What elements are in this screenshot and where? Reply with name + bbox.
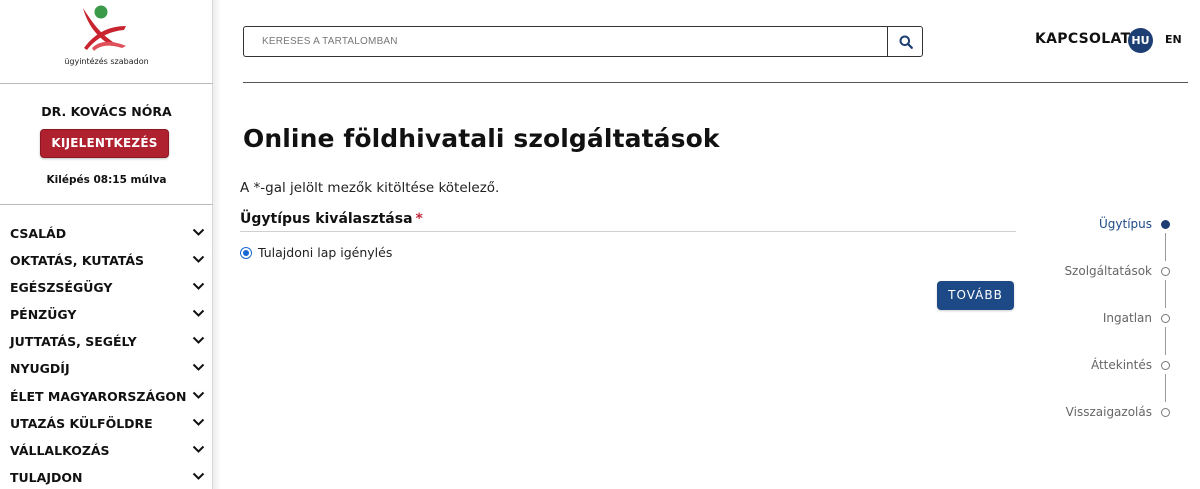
step-dot-active: [1161, 220, 1170, 229]
sidebar-item-penzugy[interactable]: PÉNZÜGY: [0, 303, 213, 330]
progress-stepper: Ügytípus Szolgáltatások Ingatlan Áttekin…: [1040, 210, 1190, 430]
step-dot: [1161, 408, 1170, 417]
search-button[interactable]: [887, 26, 923, 57]
sidebar-item-label: OKTATÁS, KUTATÁS: [10, 253, 145, 269]
user-block: DR. KOVÁCS NÓRA KIJELENTKEZÉS Kilépés 08…: [0, 85, 213, 205]
sidebar-item-elet[interactable]: ÉLET MAGYARORSZÁGON: [0, 385, 213, 412]
step-connector: [1165, 280, 1166, 308]
section-label: Ügytípus kiválasztása *: [240, 211, 423, 227]
sidebar-item-egeszsegugy[interactable]: EGÉSZSÉGÜGY: [0, 276, 213, 303]
logo[interactable]: ügyintézés szabadon: [0, 0, 213, 84]
logout-timer: Kilépés 08:15 múlva: [46, 174, 167, 186]
step-label: Visszaigazolás: [1065, 405, 1152, 419]
step-label: Ingatlan: [1102, 311, 1152, 325]
next-button[interactable]: TOVÁBB: [937, 281, 1014, 310]
sidebar-item-tulajdon[interactable]: TULAJDON: [0, 466, 213, 489]
step-szolgaltatasok: Szolgáltatások: [1040, 261, 1190, 281]
logo-caption: ügyintézés szabadon: [64, 57, 149, 66]
sidebar-item-label: UTAZÁS KÜLFÖLDRE: [10, 415, 153, 431]
chevron-down-icon: [192, 228, 205, 236]
step-dot: [1161, 314, 1170, 323]
sidebar-item-vallalkozas[interactable]: VÁLLALKOZÁS: [0, 439, 213, 466]
chevron-down-icon: [192, 391, 205, 399]
sidebar-item-label: ÉLET MAGYARORSZÁGON: [10, 388, 187, 404]
required-note: A *-gal jelölt mezők kitöltése kötelező.: [240, 180, 500, 196]
contact-link[interactable]: KAPCSOLAT: [1035, 31, 1130, 47]
sidebar-item-utazas[interactable]: UTAZÁS KÜLFÖLDRE: [0, 412, 213, 439]
step-connector: [1165, 374, 1166, 402]
step-attekintes: Áttekintés: [1040, 355, 1190, 375]
step-visszaigazolas: Visszaigazolás: [1040, 402, 1190, 422]
sidebar-shadow: [213, 0, 221, 489]
header-divider: [243, 82, 1188, 83]
search-box: [243, 26, 888, 57]
chevron-down-icon: [192, 337, 205, 345]
section-divider: [240, 231, 1016, 232]
step-label: Szolgáltatások: [1064, 264, 1152, 278]
sidebar-item-nyugdij[interactable]: NYUGDÍJ: [0, 357, 213, 384]
step-dot: [1161, 267, 1170, 276]
chevron-down-icon: [192, 418, 205, 426]
chevron-down-icon: [192, 472, 205, 480]
step-connector: [1165, 327, 1166, 355]
sidebar-item-label: CSALÁD: [10, 226, 67, 241]
user-name: DR. KOVÁCS NÓRA: [41, 104, 172, 119]
sidebar-item-label: JUTTATÁS, SEGÉLY: [10, 334, 137, 350]
sidebar-item-label: NYUGDÍJ: [10, 361, 70, 377]
sidebar-item-label: VÁLLALKOZÁS: [10, 442, 110, 458]
step-ingatlan: Ingatlan: [1040, 308, 1190, 328]
step-label: Ügytípus: [1098, 217, 1152, 231]
lang-en-button[interactable]: EN: [1165, 33, 1182, 46]
search-input[interactable]: [244, 27, 888, 56]
step-ugytipus: Ügytípus: [1040, 214, 1190, 234]
sidebar: ügyintézés szabadon DR. KOVÁCS NÓRA KIJE…: [0, 0, 213, 489]
chevron-down-icon: [192, 255, 205, 264]
step-dot: [1161, 361, 1170, 370]
required-mark: *: [415, 211, 423, 227]
step-label: Áttekintés: [1090, 358, 1152, 372]
radio-label: Tulajdoni lap igénylés: [258, 245, 393, 260]
chevron-down-icon: [192, 310, 205, 318]
sidebar-item-label: EGÉSZSÉGÜGY: [10, 280, 113, 296]
lang-hu-button[interactable]: HU: [1128, 28, 1153, 53]
step-connector: [1165, 233, 1166, 261]
section-label-text: Ügytípus kiválasztása: [240, 211, 413, 227]
sidebar-item-label: TULAJDON: [10, 469, 83, 485]
sidebar-item-label: PÉNZÜGY: [10, 307, 77, 323]
sidebar-nav: CSALÁD OKTATÁS, KUTATÁS EGÉSZSÉGÜGY PÉNZ…: [0, 222, 213, 489]
logo-mark-icon: [83, 5, 126, 51]
chevron-down-icon: [192, 364, 205, 372]
radio-button[interactable]: [240, 247, 252, 259]
chevron-down-icon: [192, 445, 205, 453]
page-title: Online földhivatali szolgáltatások: [243, 124, 720, 153]
sidebar-item-juttatas[interactable]: JUTTATÁS, SEGÉLY: [0, 330, 213, 357]
chevron-down-icon: [192, 282, 205, 291]
logout-button[interactable]: KIJELENTKEZÉS: [40, 129, 169, 158]
sidebar-item-csalad[interactable]: CSALÁD: [0, 222, 213, 249]
search-icon: [899, 35, 913, 49]
sidebar-item-oktatas[interactable]: OKTATÁS, KUTATÁS: [0, 249, 213, 276]
